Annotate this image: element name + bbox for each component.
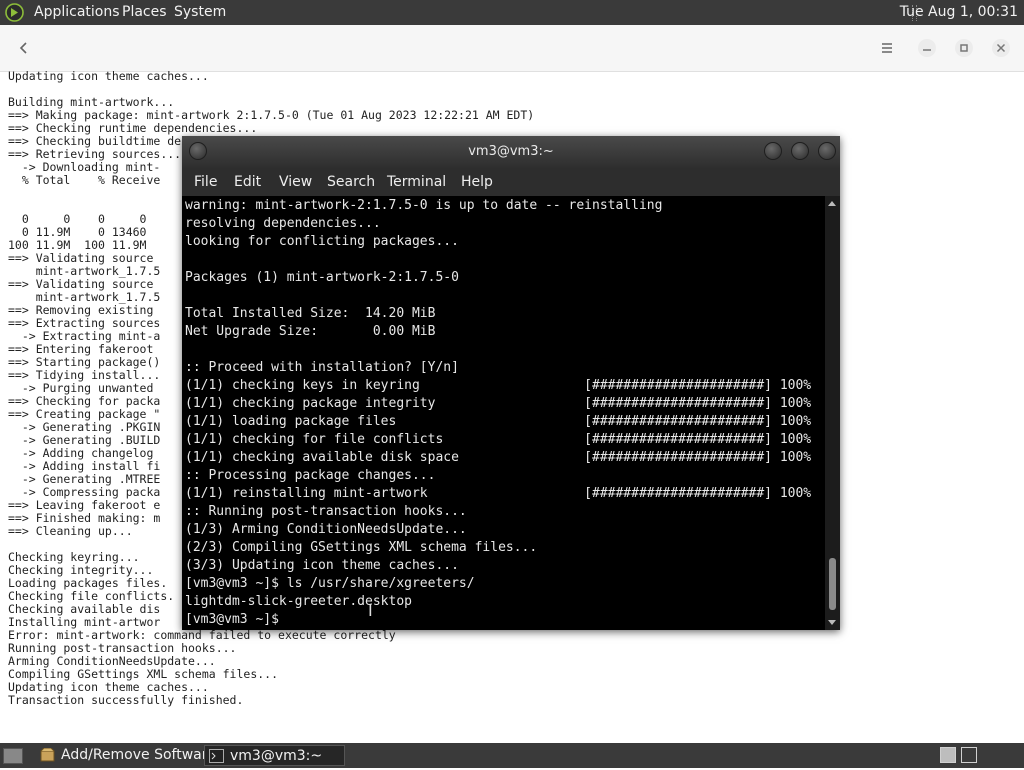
workspace-1[interactable] (940, 747, 956, 763)
menu-view[interactable]: View (279, 173, 312, 191)
headerbar (0, 25, 1024, 72)
text-cursor-icon: I (368, 601, 373, 620)
terminal-screen[interactable]: warning: mint-artwork-2:1.7.5-0 is up to… (182, 196, 825, 630)
terminal-titlebar[interactable]: vm3@vm3:~ (182, 136, 840, 168)
top-panel: Applications Places System Tue Aug 1, 00… (0, 0, 1024, 25)
terminal-icon (209, 749, 224, 763)
minimize-icon[interactable] (764, 142, 782, 160)
package-icon (40, 747, 55, 762)
hamburger-icon[interactable] (876, 37, 898, 59)
clock[interactable]: Tue Aug 1, 00:31 (900, 4, 1018, 21)
workspace-2[interactable] (961, 747, 977, 763)
window-menu-icon[interactable] (189, 142, 207, 160)
maximize-icon[interactable] (953, 37, 975, 59)
terminal-menubar: File Edit View Search Terminal Help (182, 168, 840, 196)
terminal-scrollbar[interactable] (825, 196, 840, 630)
distro-logo-icon[interactable] (5, 3, 24, 22)
menu-system[interactable]: System (174, 4, 226, 21)
taskbar-item-software[interactable]: Add/Remove Software (36, 745, 227, 766)
show-desktop-icon[interactable] (3, 748, 23, 764)
taskbar-item-label: Add/Remove Software (61, 747, 216, 763)
menu-search[interactable]: Search (327, 173, 375, 191)
menu-help[interactable]: Help (461, 173, 493, 191)
terminal-output[interactable]: warning: mint-artwork-2:1.7.5-0 is up to… (185, 197, 811, 629)
terminal-title: vm3@vm3:~ (468, 144, 554, 159)
minimize-icon[interactable] (916, 37, 938, 59)
terminal-window: vm3@vm3:~ File Edit View Search Terminal… (182, 136, 840, 630)
scroll-down-icon[interactable] (828, 620, 836, 625)
bottom-panel: Add/Remove Software vm3@vm3:~ (0, 743, 1024, 768)
menu-places[interactable]: Places (122, 4, 167, 21)
scroll-up-icon[interactable] (828, 201, 836, 206)
taskbar-item-label: vm3@vm3:~ (230, 748, 323, 764)
close-icon[interactable] (990, 37, 1012, 59)
menu-terminal[interactable]: Terminal (387, 173, 446, 191)
taskbar-item-terminal[interactable]: vm3@vm3:~ (204, 745, 345, 766)
close-icon[interactable] (818, 142, 836, 160)
menu-applications[interactable]: Applications (34, 4, 120, 21)
maximize-icon[interactable] (791, 142, 809, 160)
scrollbar-thumb[interactable] (829, 558, 836, 610)
back-arrow-icon[interactable] (13, 37, 35, 59)
menu-edit[interactable]: Edit (234, 173, 261, 191)
menu-file[interactable]: File (194, 173, 217, 191)
